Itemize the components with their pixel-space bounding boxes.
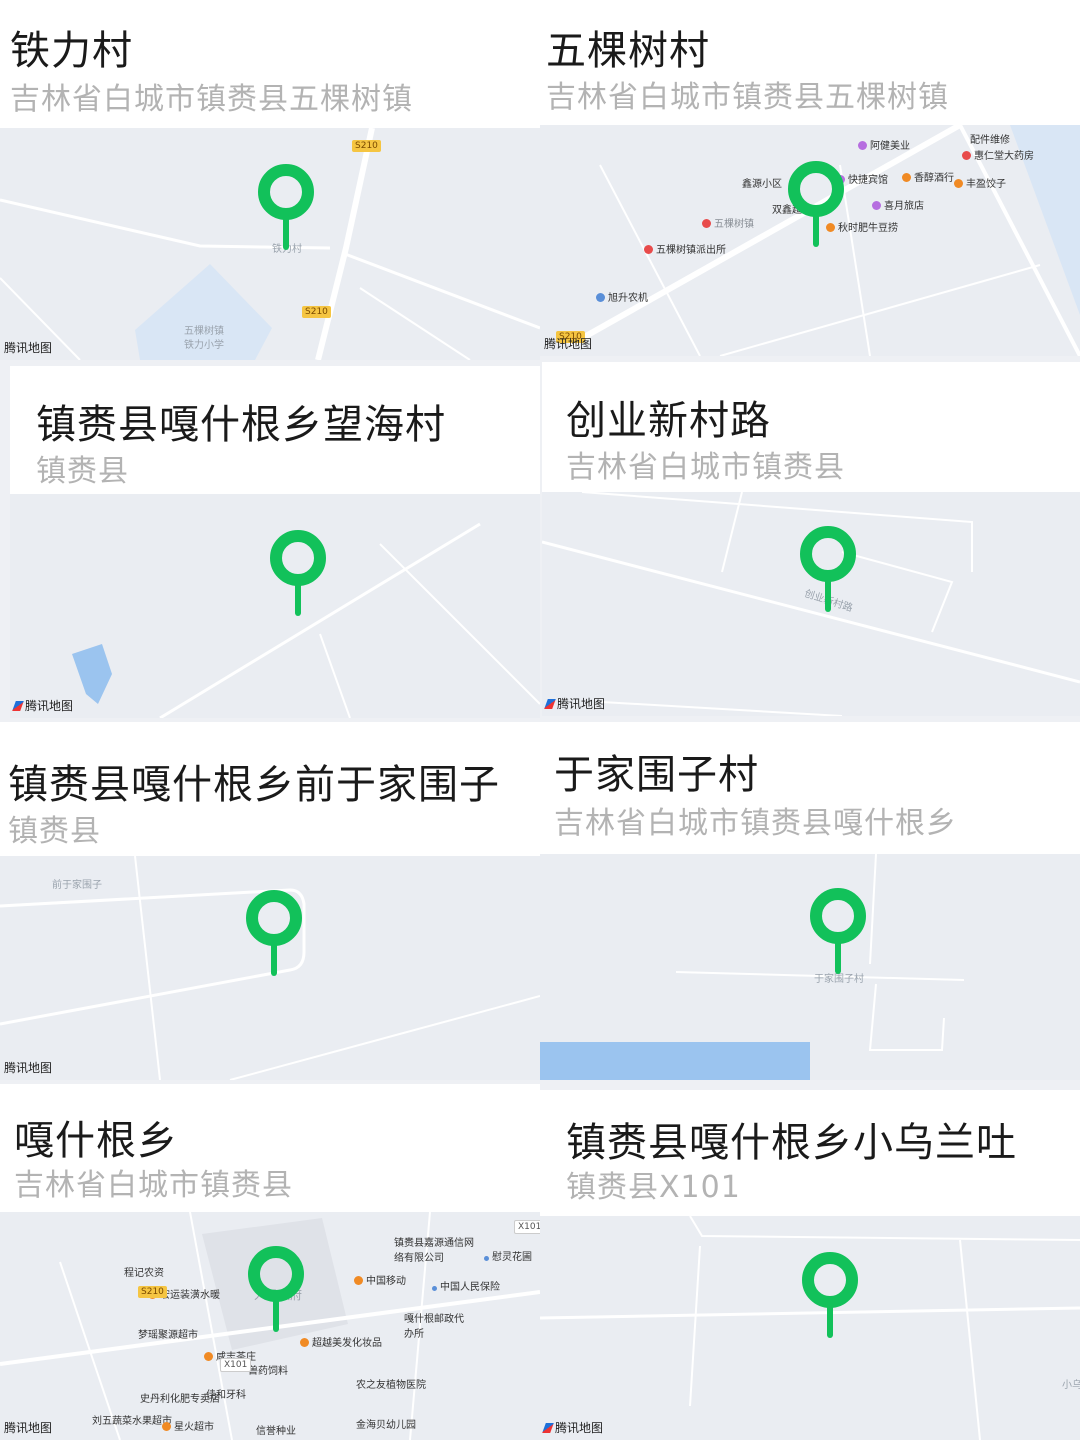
map-provider-logo: 腾讯地图 xyxy=(4,1061,53,1075)
location-address: 镇赉县X101 xyxy=(566,1170,741,1205)
map-preview[interactable]: S210 五棵树镇 配件维修 惠仁堂大药房 阿健美业 鑫源小区 快捷宾馆 香醇酒… xyxy=(540,125,1080,356)
road-badge: S210 xyxy=(138,1286,167,1298)
poi-label: 程记农资 xyxy=(124,1268,164,1279)
card-header: 镇赉县嘎什根乡前于家围子 镇赉县 xyxy=(0,722,540,856)
location-title: 五棵树村 xyxy=(546,28,710,74)
card-header: 镇赉县嘎什根乡小乌兰吐 镇赉县X101 xyxy=(540,1090,1080,1216)
location-address: 镇赉县 xyxy=(8,814,101,849)
location-title: 创业新村路 xyxy=(566,398,771,444)
map-preview[interactable]: 创业新村路 腾讯地图 xyxy=(542,492,1080,716)
poi-label: 鑫源小区 xyxy=(742,179,782,190)
location-title: 镇赉县嘎什根乡小乌兰吐 xyxy=(566,1120,1017,1166)
poi-label: 中国移动 xyxy=(354,1272,406,1287)
poi-label: 镇赉县嘉源通信网络有限公司 xyxy=(394,1238,474,1264)
location-address: 吉林省白城市镇赉县五棵树镇 xyxy=(10,82,413,117)
location-card-4[interactable]: 创业新村路 吉林省白城市镇赉县 创业新村路 腾讯地图 xyxy=(542,362,1080,716)
location-title: 嘎什根乡 xyxy=(14,1118,178,1164)
poi-label: 兽药饲料 xyxy=(248,1366,288,1377)
road-badge: X101 xyxy=(514,1220,540,1234)
map-provider-logo: 腾讯地图 xyxy=(4,341,53,355)
poi-label: 梦瑶聚源超市 xyxy=(138,1330,198,1341)
location-pin-icon xyxy=(802,1252,858,1338)
location-address: 镇赉县 xyxy=(36,454,129,489)
map-preview[interactable]: 于家围子村 xyxy=(540,854,1080,1080)
location-card-2[interactable]: 五棵树村 吉林省白城市镇赉县五棵树镇 S210 五棵树镇 配件维修 惠仁堂大药房… xyxy=(540,0,1080,356)
location-pin-icon xyxy=(800,526,856,612)
map-provider-logo: 腾讯地图 xyxy=(544,337,593,351)
card-header: 五棵树村 吉林省白城市镇赉县五棵树镇 xyxy=(540,0,1080,125)
poi-label: 配件维修 xyxy=(970,135,1010,146)
poi-label: 中国人民保险 xyxy=(432,1278,500,1293)
poi-label: 农之友植物医院 xyxy=(356,1380,426,1391)
poi-label: 超越美发化妆品 xyxy=(300,1334,382,1349)
map-preview[interactable]: 前于家围子 腾讯地图 xyxy=(0,856,540,1080)
card-header: 镇赉县嘎什根乡望海村 镇赉县 xyxy=(10,366,540,494)
location-pin-icon xyxy=(248,1246,304,1332)
map-label: 铁力小学 xyxy=(184,340,224,351)
location-card-6[interactable]: 于家围子村 吉林省白城市镇赉县嘎什根乡 于家围子村 xyxy=(540,722,1080,1080)
poi-label: 惠仁堂大药房 xyxy=(962,147,1034,162)
map-provider-logo: 腾讯地图 xyxy=(12,697,73,714)
location-address: 吉林省白城市镇赉县五棵树镇 xyxy=(546,80,949,115)
card-header: 嘎什根乡 吉林省白城市镇赉县 xyxy=(0,1084,540,1212)
map-provider-logo: 腾讯地图 xyxy=(544,695,605,712)
road-badge: S210 xyxy=(302,306,331,318)
card-header: 创业新村路 吉林省白城市镇赉县 xyxy=(542,362,1080,492)
card-header: 铁力村 吉林省白城市镇赉县五棵树镇 xyxy=(0,0,540,128)
location-card-3[interactable]: 镇赉县嘎什根乡望海村 镇赉县 腾讯地图 xyxy=(10,366,540,718)
map-label: 前于家围子 xyxy=(52,880,102,891)
poi-label: 旭升农机 xyxy=(596,289,648,304)
poi-label: 刘五蔬菜水果超市 xyxy=(92,1416,172,1427)
location-address: 吉林省白城市镇赉县 xyxy=(566,450,845,485)
poi-label: 慰灵花圃 xyxy=(484,1248,532,1263)
map-preview[interactable]: 镇赉县嘉源通信网络有限公司 慰灵花圃 程记农资 宏运装潢水暖 中国移动 中国人民… xyxy=(0,1212,540,1440)
location-pin-icon xyxy=(258,164,314,250)
poi-label: 喜月旅店 xyxy=(872,197,924,212)
location-card-8[interactable]: 镇赉县嘎什根乡小乌兰吐 镇赉县X101 小乌 腾讯地图 xyxy=(540,1090,1080,1440)
location-card-5[interactable]: 镇赉县嘎什根乡前于家围子 镇赉县 前于家围子 腾讯地图 xyxy=(0,722,540,1080)
location-title: 于家围子村 xyxy=(554,752,759,798)
road-badge: S210 xyxy=(352,140,381,152)
poi-label: 信誉种业 xyxy=(256,1426,296,1437)
location-pin-icon xyxy=(788,161,844,247)
location-address: 吉林省白城市镇赉县 xyxy=(14,1168,293,1203)
poi-label: 星火超市 xyxy=(162,1418,214,1433)
map-label: 五棵树镇 xyxy=(184,326,224,337)
location-pin-icon xyxy=(246,890,302,976)
location-title: 铁力村 xyxy=(10,28,133,74)
location-pin-icon xyxy=(810,888,866,974)
location-card-1[interactable]: 铁力村 吉林省白城市镇赉县五棵树镇 S210 S210 铁力村 五棵树镇 铁力小… xyxy=(0,0,540,360)
poi-label: 金海贝幼儿园 xyxy=(356,1420,416,1431)
poi-label: 五棵树镇 xyxy=(702,215,754,230)
location-address: 吉林省白城市镇赉县嘎什根乡 xyxy=(554,806,957,841)
location-title: 镇赉县嘎什根乡前于家围子 xyxy=(8,762,500,808)
poi-label: 五棵树镇派出所 xyxy=(644,241,726,256)
location-pin-icon xyxy=(270,530,326,616)
map-preview[interactable]: S210 S210 铁力村 五棵树镇 铁力小学 腾讯地图 xyxy=(0,128,540,360)
map-provider-logo: 腾讯地图 xyxy=(4,1421,53,1435)
poi-label: 史丹利化肥专卖店 xyxy=(140,1394,220,1405)
map-label: 小乌 xyxy=(1062,1380,1080,1391)
poi-label: 丰盈饺子 xyxy=(954,175,1006,190)
map-preview[interactable]: 腾讯地图 xyxy=(10,494,540,718)
poi-label: 阿健美业 xyxy=(858,137,910,152)
location-title: 镇赉县嘎什根乡望海村 xyxy=(36,402,446,448)
location-card-7[interactable]: 嘎什根乡 吉林省白城市镇赉县 镇赉县嘉源通信网络有限公司 慰灵花圃 程记农资 宏… xyxy=(0,1084,540,1440)
road-badge: X101 xyxy=(220,1358,252,1372)
map-provider-logo: 腾讯地图 xyxy=(542,1419,603,1436)
poi-label: 香醇酒行 xyxy=(902,169,954,184)
poi-label: 嘎什根邮政代办所 xyxy=(404,1314,464,1340)
map-preview[interactable]: 小乌 腾讯地图 xyxy=(540,1216,1080,1440)
card-header: 于家围子村 吉林省白城市镇赉县嘎什根乡 xyxy=(540,722,1080,854)
